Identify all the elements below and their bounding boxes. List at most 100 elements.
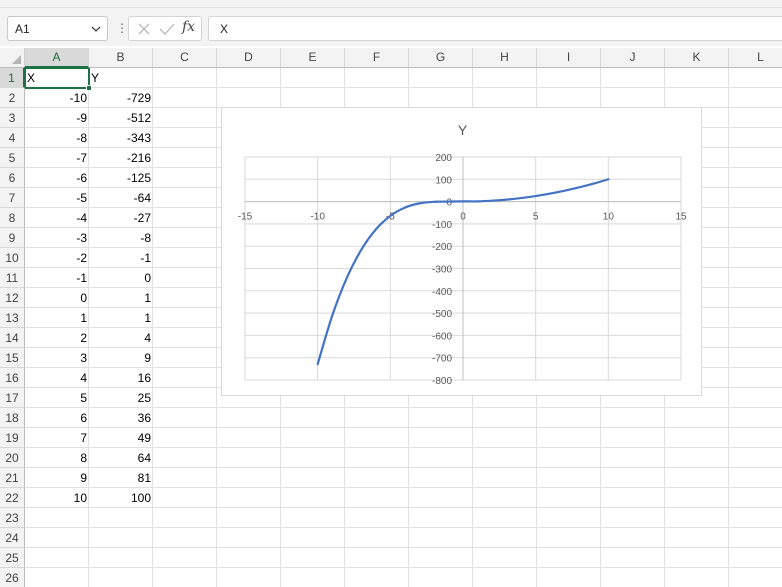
cell-b22[interactable]: 100 <box>89 488 153 508</box>
cell-b20[interactable]: 64 <box>89 448 153 468</box>
row-header-6[interactable]: 6 <box>0 168 25 188</box>
row-header-18[interactable]: 18 <box>0 408 25 428</box>
cell-b2[interactable]: -729 <box>89 88 153 108</box>
cell-b3[interactable]: -512 <box>89 108 153 128</box>
y-tick-label: -200 <box>432 242 452 253</box>
row-header-8[interactable]: 8 <box>0 208 25 228</box>
cell-b19[interactable]: 49 <box>89 428 153 448</box>
chart-svg: Y2001000-100-200-300-400-500-600-700-800… <box>238 122 687 387</box>
column-header-h[interactable]: H <box>473 48 537 68</box>
cell-b5[interactable]: -216 <box>89 148 153 168</box>
row-header-2[interactable]: 2 <box>0 88 25 108</box>
row-header-10[interactable]: 10 <box>0 248 25 268</box>
cell-b10[interactable]: -1 <box>89 248 153 268</box>
column-header-e[interactable]: E <box>281 48 345 68</box>
cell-a16[interactable]: 4 <box>25 368 89 388</box>
row-header-24[interactable]: 24 <box>0 528 25 548</box>
more-options-icon[interactable]: ⋮ <box>116 21 128 35</box>
row-header-21[interactable]: 21 <box>0 468 25 488</box>
row-header-14[interactable]: 14 <box>0 328 25 348</box>
chart[interactable]: Y 200 100 0 -100 -200 -300 -400 -500 -600 -700 -800… <box>221 107 702 396</box>
cell-a11[interactable]: -1 <box>25 268 89 288</box>
cell-b13[interactable]: 1 <box>89 308 153 328</box>
chevron-down-icon[interactable] <box>91 24 101 34</box>
select-all-button[interactable] <box>0 48 25 68</box>
formula-input[interactable]: X <box>208 16 782 41</box>
cell-b9[interactable]: -8 <box>89 228 153 248</box>
x-tick-label: 15 <box>675 212 687 223</box>
cell-a18[interactable]: 6 <box>25 408 89 428</box>
cell-b1[interactable]: Y <box>89 68 153 88</box>
cell-a10[interactable]: -2 <box>25 248 89 268</box>
cell-a4[interactable]: -8 <box>25 128 89 148</box>
row-header-12[interactable]: 12 <box>0 288 25 308</box>
row-header-3[interactable]: 3 <box>0 108 25 128</box>
row-header-5[interactable]: 5 <box>0 148 25 168</box>
cell-a8[interactable]: -4 <box>25 208 89 228</box>
cell-a20[interactable]: 8 <box>25 448 89 468</box>
cell-b15[interactable]: 9 <box>89 348 153 368</box>
cell-a3[interactable]: -9 <box>25 108 89 128</box>
cell-b16[interactable]: 16 <box>89 368 153 388</box>
cell-b17[interactable]: 25 <box>89 388 153 408</box>
cell-b4[interactable]: -343 <box>89 128 153 148</box>
cell-a19[interactable]: 7 <box>25 428 89 448</box>
cell-b18[interactable]: 36 <box>89 408 153 428</box>
cell-a17[interactable]: 5 <box>25 388 89 408</box>
column-header-b[interactable]: B <box>89 48 153 68</box>
insert-function-icon[interactable]: fx <box>182 19 195 35</box>
x-tick-label: 0 <box>460 212 466 223</box>
cell-a9[interactable]: -3 <box>25 228 89 248</box>
cell-a15[interactable]: 3 <box>25 348 89 368</box>
row-header-17[interactable]: 17 <box>0 388 25 408</box>
column-header-i[interactable]: I <box>537 48 601 68</box>
cell-b7[interactable]: -64 <box>89 188 153 208</box>
name-box[interactable]: A1 <box>7 16 108 41</box>
row-header-4[interactable]: 4 <box>0 128 25 148</box>
row-header-9[interactable]: 9 <box>0 228 25 248</box>
column-header-a[interactable]: A <box>25 48 89 68</box>
y-tick-label: -600 <box>432 331 452 342</box>
column-header-d[interactable]: D <box>217 48 281 68</box>
x-tick-label: 10 <box>603 212 615 223</box>
x-tick-label: -15 <box>238 212 253 223</box>
fill-handle[interactable] <box>86 85 92 91</box>
cell-a7[interactable]: -5 <box>25 188 89 208</box>
column-header-c[interactable]: C <box>153 48 217 68</box>
cell-a2[interactable]: -10 <box>25 88 89 108</box>
column-header-g[interactable]: G <box>409 48 473 68</box>
cancel-icon[interactable] <box>137 22 151 36</box>
worksheet-grid[interactable]: X Y -10 -729 -9 -512 -8 -343 -7 -216 -6 -125 -5 -64 -4… <box>0 48 782 587</box>
cell-b6[interactable]: -125 <box>89 168 153 188</box>
cell-b11[interactable]: 0 <box>89 268 153 288</box>
row-header-19[interactable]: 19 <box>0 428 25 448</box>
column-header-l[interactable]: L <box>729 48 782 68</box>
y-tick-label: -400 <box>432 287 452 298</box>
row-header-26[interactable]: 26 <box>0 568 25 587</box>
cell-a14[interactable]: 2 <box>25 328 89 348</box>
cell-a12[interactable]: 0 <box>25 288 89 308</box>
cell-a13[interactable]: 1 <box>25 308 89 328</box>
row-header-20[interactable]: 20 <box>0 448 25 468</box>
row-header-16[interactable]: 16 <box>0 368 25 388</box>
row-header-11[interactable]: 11 <box>0 268 25 288</box>
check-icon[interactable] <box>159 22 175 36</box>
row-header-1[interactable]: 1 <box>0 68 25 88</box>
row-header-13[interactable]: 13 <box>0 308 25 328</box>
column-header-k[interactable]: K <box>665 48 729 68</box>
row-header-25[interactable]: 25 <box>0 548 25 568</box>
row-header-15[interactable]: 15 <box>0 348 25 368</box>
cell-b21[interactable]: 81 <box>89 468 153 488</box>
row-header-7[interactable]: 7 <box>0 188 25 208</box>
cell-b14[interactable]: 4 <box>89 328 153 348</box>
cell-a6[interactable]: -6 <box>25 168 89 188</box>
cell-b12[interactable]: 1 <box>89 288 153 308</box>
column-header-j[interactable]: J <box>601 48 665 68</box>
cell-b8[interactable]: -27 <box>89 208 153 228</box>
cell-a5[interactable]: -7 <box>25 148 89 168</box>
row-header-23[interactable]: 23 <box>0 508 25 528</box>
cell-a21[interactable]: 9 <box>25 468 89 488</box>
column-header-f[interactable]: F <box>345 48 409 68</box>
row-header-22[interactable]: 22 <box>0 488 25 508</box>
cell-a22[interactable]: 10 <box>25 488 89 508</box>
